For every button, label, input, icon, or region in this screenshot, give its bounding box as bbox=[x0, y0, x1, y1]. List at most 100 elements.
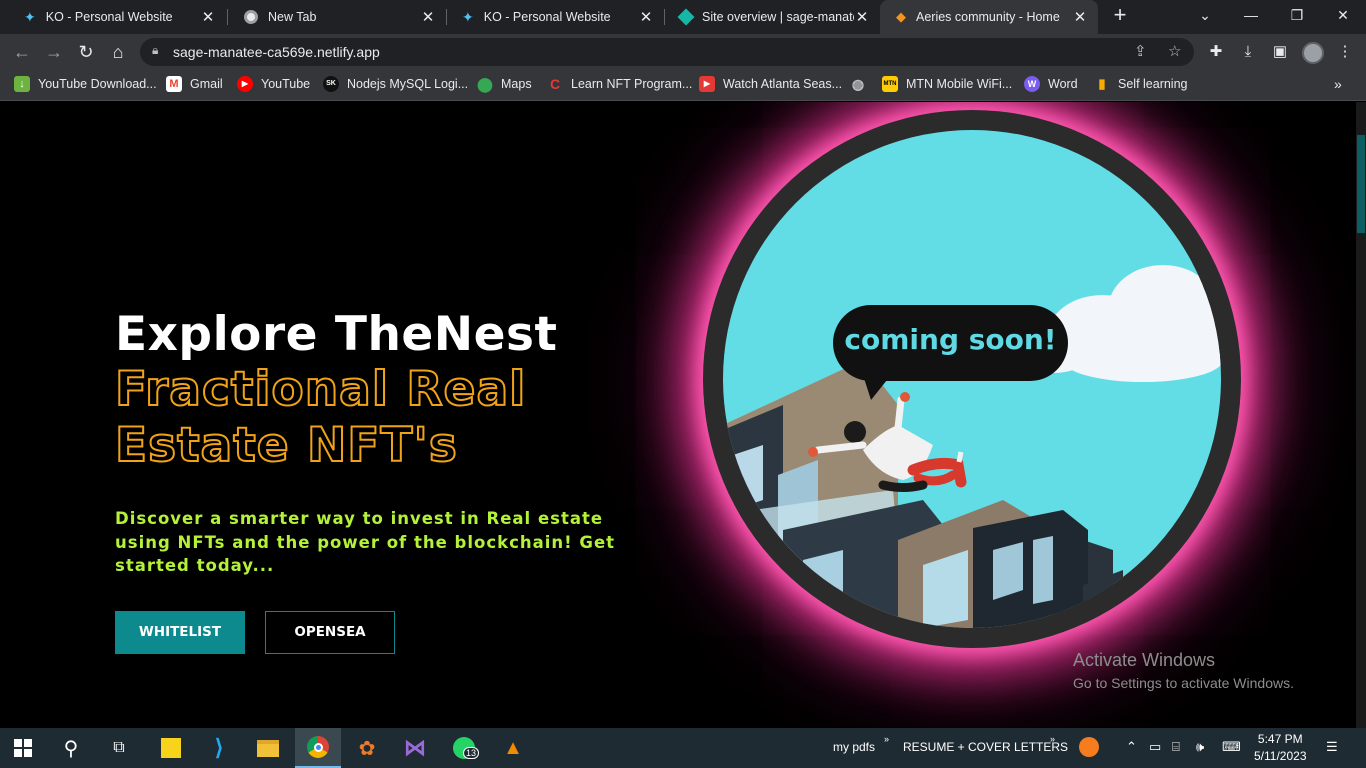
bookmark-youtube[interactable]: ▶ YouTube bbox=[237, 76, 310, 92]
gmail-icon: M bbox=[166, 76, 182, 92]
minimize-button[interactable]: — bbox=[1228, 0, 1274, 30]
home-icon[interactable]: ⌂ bbox=[106, 40, 130, 64]
battery-icon[interactable]: ▭ bbox=[1149, 739, 1161, 755]
bars-icon: ▮ bbox=[1098, 76, 1106, 91]
bookmarks-bar: ↓ YouTube Download... M Gmail ▶ YouTube … bbox=[0, 70, 1366, 101]
start-button[interactable] bbox=[0, 728, 46, 768]
activate-windows-watermark: Activate Windows Go to Settings to activ… bbox=[1073, 650, 1294, 691]
bookmark-label: Self learning bbox=[1118, 77, 1188, 91]
whatsapp-icon[interactable]: 13 bbox=[441, 728, 487, 768]
reload-icon[interactable]: ↻ bbox=[74, 40, 98, 64]
bookmark-label: MTN Mobile WiFi... bbox=[906, 77, 1013, 91]
tab-title: KO - Personal Website bbox=[45, 10, 173, 24]
side-panel-icon[interactable]: ▣ bbox=[1269, 41, 1291, 63]
orange-circle-icon[interactable] bbox=[1079, 737, 1099, 757]
chrome-icon bbox=[244, 10, 258, 24]
mtn-icon: MTN bbox=[882, 76, 898, 92]
bookmark-globe[interactable]: ◍ bbox=[850, 76, 874, 92]
volume-icon[interactable]: 🕪︎ bbox=[1196, 739, 1204, 755]
keyboard-icon[interactable]: ⌨ bbox=[1222, 739, 1241, 755]
toolbar-folder-my-pdfs[interactable]: my pdfs bbox=[833, 740, 875, 754]
c-icon: C bbox=[549, 76, 561, 92]
show-hidden-icons-icon[interactable]: ⌃ bbox=[1126, 739, 1137, 755]
share-icon[interactable]: ⇪ bbox=[1134, 42, 1147, 60]
page-viewport: Explore TheNest Fractional Real Estate N… bbox=[0, 102, 1356, 728]
globe-icon: ◍ bbox=[851, 76, 865, 92]
close-icon[interactable]: ✕ bbox=[638, 8, 654, 26]
bookmark-star-icon[interactable]: ☆ bbox=[1168, 42, 1181, 60]
whitelist-button[interactable]: WHITELIST bbox=[115, 611, 245, 654]
vlc-icon[interactable]: ▲ bbox=[490, 728, 536, 768]
bookmark-watch-atlanta[interactable]: ▶ Watch Atlanta Seas... bbox=[699, 76, 842, 92]
notification-center-icon[interactable]: ☰ bbox=[1326, 739, 1338, 755]
windows-logo-icon bbox=[14, 739, 32, 757]
close-window-button[interactable]: ✕ bbox=[1320, 0, 1366, 30]
toolbar-chevron-icon[interactable]: » bbox=[884, 734, 889, 744]
bookmark-youtube-downloader[interactable]: ↓ YouTube Download... bbox=[14, 76, 157, 92]
bookmark-self-learning[interactable]: ▮ Self learning bbox=[1094, 76, 1188, 92]
task-view-icon[interactable]: ⧉ bbox=[96, 728, 142, 768]
close-icon[interactable]: ✕ bbox=[1072, 8, 1088, 26]
bookmarks-overflow-icon[interactable]: » bbox=[1334, 76, 1342, 92]
new-tab-button[interactable]: + bbox=[1108, 4, 1132, 28]
search-icon[interactable]: ⚲ bbox=[48, 728, 94, 768]
fl-studio-icon[interactable]: ✿ bbox=[344, 728, 390, 768]
browser-toolbar: ← → ↻ ⌂ 🔒︎ sage-manatee-ca569e.netlify.a… bbox=[0, 34, 1366, 70]
visual-studio-icon[interactable]: ⋈ bbox=[392, 728, 438, 768]
bookmark-label: Maps bbox=[501, 77, 532, 91]
coming-soon-caption: coming soon! bbox=[844, 323, 1057, 356]
download-icon: ↓ bbox=[14, 76, 30, 92]
tab-netlify-overview[interactable]: Site overview | sage-manatee ✕ bbox=[664, 0, 880, 34]
bookmark-label: Word bbox=[1048, 77, 1078, 91]
tab-new-tab[interactable]: New Tab ✕ bbox=[228, 0, 446, 34]
clock-time: 5:47 PM bbox=[1257, 732, 1303, 746]
tab-ko-website-1[interactable]: ✦ KO - Personal Website ✕ bbox=[8, 0, 226, 34]
sk-icon: SK bbox=[323, 76, 339, 92]
bookmark-mtn-wifi[interactable]: MTN MTN Mobile WiFi... bbox=[882, 76, 1012, 92]
bookmark-maps[interactable]: ⬤ Maps bbox=[477, 76, 532, 92]
restore-button[interactable]: ❐ bbox=[1274, 0, 1320, 30]
bookmark-label: Watch Atlanta Seas... bbox=[723, 77, 843, 91]
network-icon[interactable]: ⌸ bbox=[1172, 739, 1180, 755]
word-icon: W bbox=[1024, 76, 1040, 92]
toolbar-folder-resume[interactable]: RESUME + COVER LETTERS bbox=[903, 740, 1068, 754]
hero-subtitle: Fractional Real Estate NFT's bbox=[114, 361, 615, 474]
bookmark-word[interactable]: W Word bbox=[1024, 76, 1078, 92]
close-icon[interactable]: ✕ bbox=[854, 8, 870, 26]
scrollbar-thumb[interactable] bbox=[1357, 135, 1365, 233]
extensions-icon[interactable]: ✚ bbox=[1205, 41, 1227, 63]
avatar[interactable] bbox=[1302, 42, 1324, 64]
vscode-icon[interactable]: ⟩ bbox=[196, 728, 242, 768]
forward-arrow-icon[interactable]: → bbox=[42, 40, 66, 64]
coming-soon-illustration bbox=[723, 265, 1221, 628]
system-clock[interactable]: 5:47 PM 5/11/2023 bbox=[1254, 731, 1307, 765]
bookmark-nodejs-mysql[interactable]: SK Nodejs MySQL Logi... bbox=[323, 76, 468, 92]
bookmark-learn-nft[interactable]: C Learn NFT Program... bbox=[547, 76, 692, 92]
tab-aeries-community[interactable]: ◆ Aeries community - Home ✕ bbox=[880, 0, 1098, 34]
bookmark-label: Nodejs MySQL Logi... bbox=[347, 77, 469, 91]
opensea-button[interactable]: OPENSEA bbox=[265, 611, 395, 654]
bookmark-gmail[interactable]: M Gmail bbox=[166, 76, 223, 92]
url-text: sage-manatee-ca569e.netlify.app bbox=[173, 44, 380, 60]
bookmark-label: Learn NFT Program... bbox=[571, 77, 693, 91]
activate-windows-title: Activate Windows bbox=[1073, 650, 1216, 670]
toolbar-chevron-icon-2[interactable]: » bbox=[1050, 734, 1055, 744]
menu-kebab-icon[interactable]: ⋮ bbox=[1334, 41, 1356, 63]
sticky-notes-icon[interactable] bbox=[148, 728, 194, 768]
chrome-taskbar-icon[interactable] bbox=[295, 728, 341, 768]
tab-ko-website-2[interactable]: ✦ KO - Personal Website ✕ bbox=[446, 0, 664, 34]
close-icon[interactable]: ✕ bbox=[420, 8, 436, 26]
hero-subtitle-line1: Fractional Real bbox=[114, 361, 527, 418]
close-icon[interactable]: ✕ bbox=[200, 8, 216, 26]
hero-image: coming soon! bbox=[723, 130, 1221, 628]
back-arrow-icon[interactable]: ← bbox=[10, 40, 34, 64]
ethereum-icon: ◆ bbox=[896, 9, 906, 24]
tab-title: Aeries community - Home bbox=[916, 10, 1060, 24]
clock-date: 5/11/2023 bbox=[1254, 749, 1307, 763]
notification-badge: 13 bbox=[463, 747, 480, 759]
tab-search-chevron-icon[interactable]: ⌄ bbox=[1182, 0, 1228, 30]
address-bar[interactable]: 🔒︎ sage-manatee-ca569e.netlify.app ⇪ ☆ bbox=[140, 38, 1194, 66]
download-icon[interactable]: ⤓ bbox=[1237, 41, 1259, 63]
file-explorer-icon[interactable] bbox=[245, 728, 291, 768]
tab-title: Site overview | sage-manatee bbox=[702, 10, 854, 24]
